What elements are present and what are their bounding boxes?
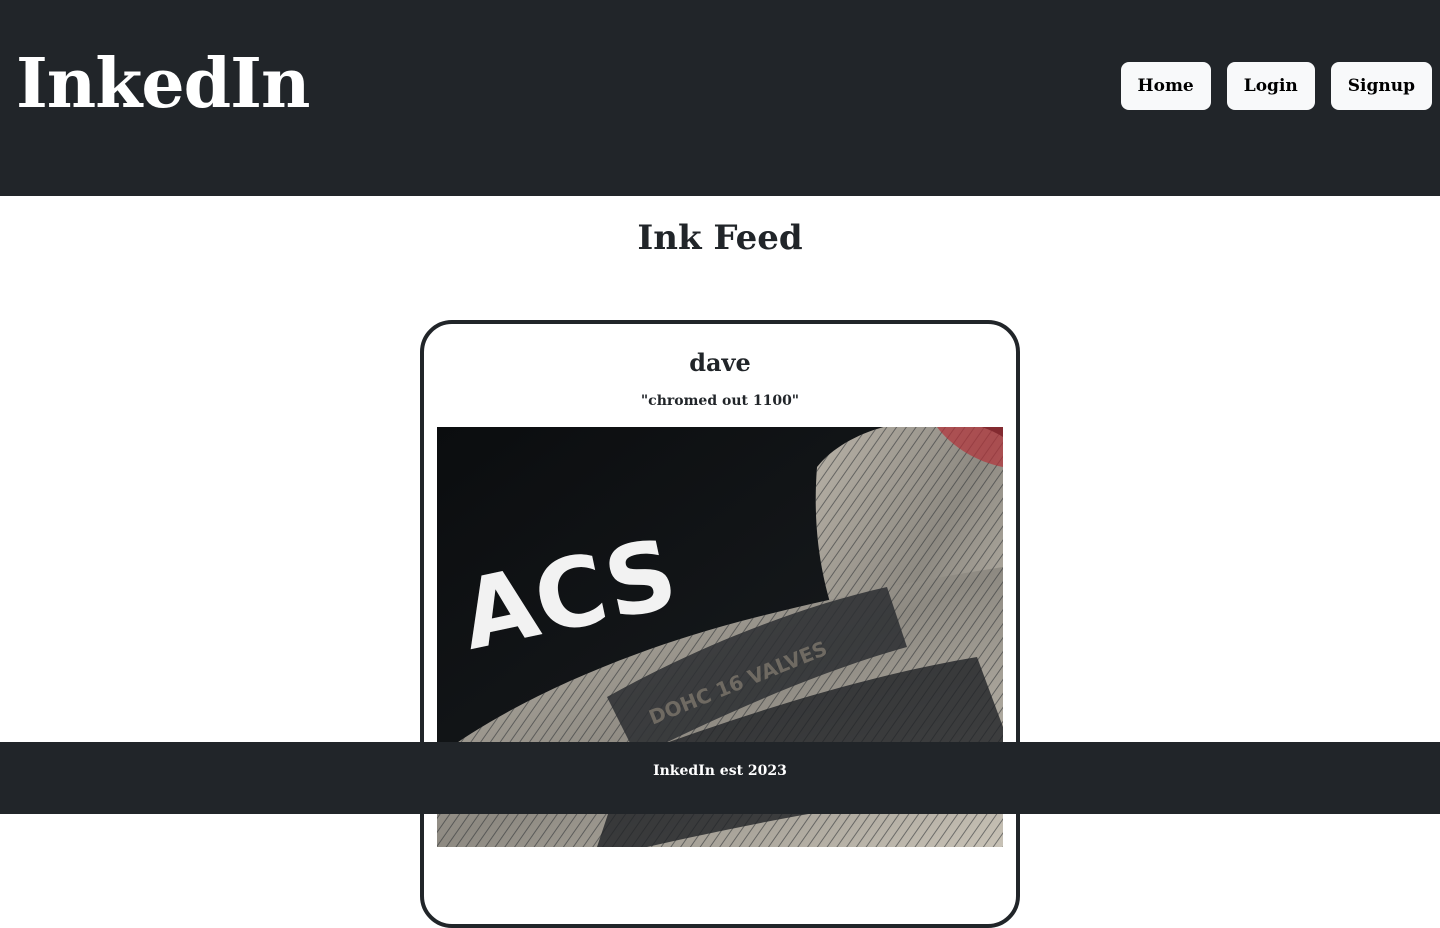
login-button[interactable]: Login xyxy=(1226,62,1315,110)
post-card: dave "chromed out 1100" ACS DOHC 16 VALV… xyxy=(420,320,1020,928)
page-title: Ink Feed xyxy=(637,218,803,258)
home-button[interactable]: Home xyxy=(1120,62,1211,110)
site-logo[interactable]: InkedIn xyxy=(16,44,310,124)
post-caption: "chromed out 1100" xyxy=(640,393,800,409)
post-username: dave xyxy=(689,348,751,377)
site-footer: InkedIn est 2023 xyxy=(0,742,1440,814)
signup-button[interactable]: Signup xyxy=(1330,62,1432,110)
main-nav: Home Login Signup xyxy=(1120,62,1432,110)
site-header: InkedIn Home Login Signup xyxy=(0,0,1440,196)
footer-text: InkedIn est 2023 xyxy=(653,763,787,779)
